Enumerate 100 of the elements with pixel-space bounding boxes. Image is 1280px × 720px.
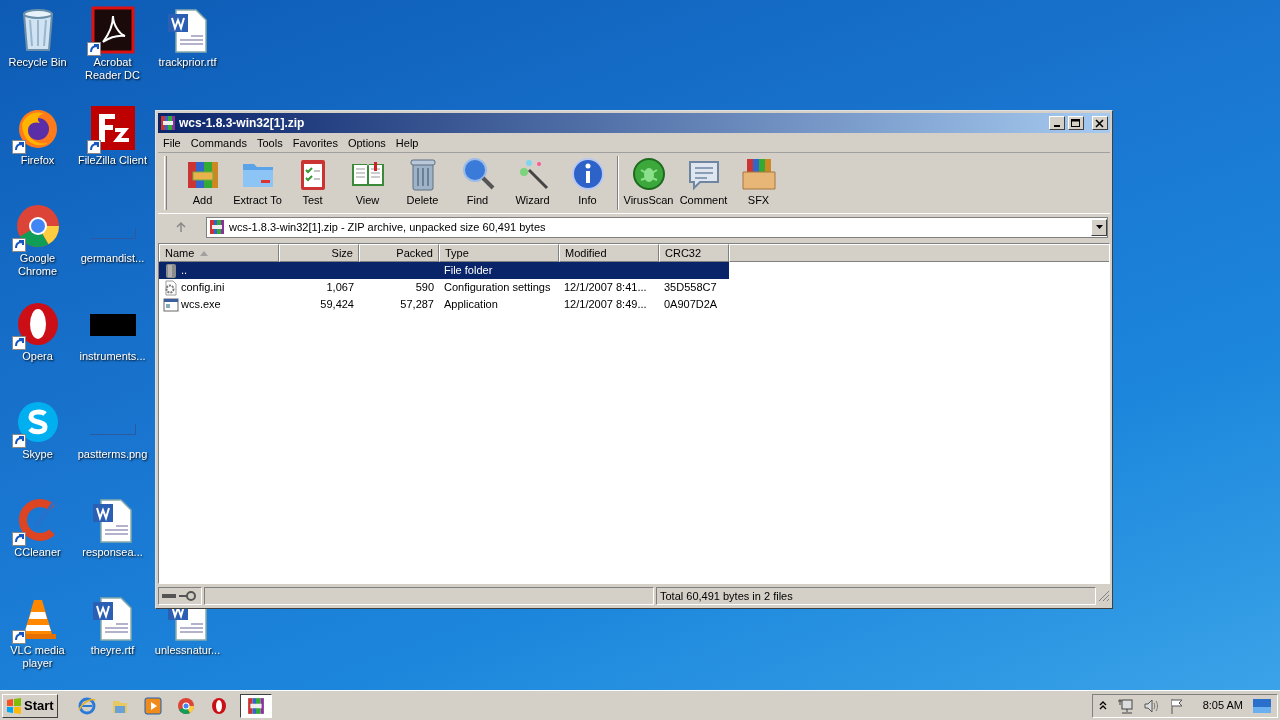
menu-item[interactable]: Commands — [185, 134, 252, 151]
close-button[interactable] — [1092, 116, 1108, 130]
maximize-button[interactable] — [1068, 116, 1084, 130]
resize-grip-icon[interactable] — [1098, 590, 1110, 602]
table-cell: File folder — [444, 264, 493, 277]
toolbar-button[interactable]: Comment — [676, 154, 731, 212]
winrar-icon — [160, 115, 176, 131]
desktop-icon-label: FileZilla Client — [76, 154, 149, 167]
file-row[interactable]: .. File folder — [159, 262, 729, 279]
play-icon[interactable] — [143, 696, 162, 715]
caret-icon — [1095, 225, 1103, 229]
shortcut-arrow-icon — [11, 630, 26, 644]
table-cell: 57,287 — [400, 298, 434, 311]
shortcut-arrow-icon — [86, 140, 101, 154]
show-desktop-icon[interactable] — [1253, 698, 1271, 713]
toolbar-button[interactable]: Info — [560, 154, 615, 212]
shortcut-arrow-icon — [11, 336, 26, 350]
menu-item[interactable]: Options — [342, 134, 391, 151]
column-header[interactable]: Name — [159, 244, 279, 262]
table-cell: 12/1/2007 8:41... — [564, 281, 647, 294]
gear-file-icon — [163, 279, 179, 296]
desktop-icon-label: Acrobat Reader DC — [84, 56, 141, 82]
thumbnail-icon[interactable] — [89, 314, 136, 336]
table-cell-text: .. — [181, 263, 188, 279]
network-icon[interactable] — [1116, 697, 1133, 714]
speaker-icon[interactable] — [1142, 697, 1159, 714]
desktop-icon-label: germandist... — [79, 252, 146, 265]
table-cell: 59,424 — [320, 298, 354, 311]
minimize-icon — [1054, 125, 1060, 127]
archive-icon — [209, 219, 225, 235]
address-field[interactable]: wcs-1.8.3-win32[1].zip - ZIP archive, unpacked size 60,491 bytes — [206, 216, 1108, 238]
desktop-icon-label: responsea... — [81, 546, 144, 559]
start-button[interactable]: Start — [2, 693, 58, 718]
status-text: Total 60,491 bytes in 2 files — [660, 588, 793, 604]
table-cell: Application — [444, 298, 498, 311]
toolbar-button[interactable]: Find — [450, 154, 505, 212]
menu-item[interactable]: Tools — [252, 134, 288, 151]
sort-arrow-icon — [200, 250, 209, 256]
menu-item[interactable]: File — [158, 134, 186, 151]
column-header[interactable]: Modified — [559, 244, 659, 262]
toolbar-button[interactable]: Test — [285, 154, 340, 212]
folder-icon — [163, 262, 179, 279]
info-icon — [569, 156, 606, 192]
dropdown-button[interactable] — [1091, 218, 1107, 236]
column-header[interactable]: Size — [279, 244, 359, 262]
desktop-icon-label: theyre.rtf — [89, 644, 136, 657]
toolbar-button[interactable]: View — [340, 154, 395, 212]
shortcut-arrow-icon — [11, 532, 26, 546]
shortcut-arrow-icon — [11, 434, 26, 448]
browser-e-icon[interactable] — [77, 696, 96, 715]
flag-icon[interactable] — [1168, 697, 1185, 714]
window-title: wcs-1.8.3-win32[1].zip — [179, 115, 306, 132]
desktop-icon-label: pastterms.png — [76, 448, 149, 461]
close-icon — [1095, 118, 1105, 128]
table-cell: 12/1/2007 8:49... — [564, 298, 647, 311]
application-icon — [163, 296, 179, 313]
table-cell-text: config.ini — [181, 280, 225, 296]
toolbar-button[interactable]: Wizard — [505, 154, 560, 212]
desktop-icon-label: Opera — [21, 350, 54, 363]
desktop-icon-label: Skype — [21, 448, 54, 461]
table-cell-text: wcs.exe — [181, 297, 221, 313]
chrome-icon[interactable] — [176, 696, 195, 715]
desktop-icon-label: trackprior.rtf — [157, 56, 218, 69]
table-cell: Configuration settings — [444, 281, 551, 294]
table-cell: 0A907D2A — [664, 298, 718, 311]
desktop-icon-label: instruments... — [78, 350, 147, 363]
drive-and-key-icon — [161, 591, 197, 601]
file-row[interactable]: config.ini 1,067 590 Configuration settings 12/1/2007 8:41... 35D558C7 — [159, 279, 729, 296]
desktop-icon-label: unlessnatur... — [153, 644, 222, 657]
desktop-icon-label: CCleaner — [13, 546, 62, 559]
toolbar-button[interactable]: SFX — [731, 154, 786, 212]
shortcut-arrow-icon — [11, 140, 26, 154]
desktop-icon-label: VLC media player — [9, 644, 66, 670]
column-header[interactable]: CRC32 — [659, 244, 729, 262]
thumbnail-icon[interactable] — [89, 228, 136, 239]
chevron-up-icon[interactable] — [1098, 700, 1107, 711]
toolbar-button[interactable]: Add — [175, 154, 230, 212]
thumbnail-icon[interactable] — [89, 424, 136, 435]
column-header[interactable]: Type — [439, 244, 559, 262]
toolbar-button[interactable]: Delete — [395, 154, 450, 212]
toolbar-button[interactable]: Extract To — [230, 154, 285, 212]
desktop-icon-label: Firefox — [19, 154, 56, 167]
toolbar-button[interactable]: VirusScan — [621, 154, 676, 212]
opera-icon[interactable] — [209, 696, 228, 715]
desktop-icon-label: Google Chrome — [16, 252, 59, 278]
windows-logo-icon — [6, 697, 22, 714]
file-row[interactable]: wcs.exe 59,424 57,287 Application 12/1/2007 8:49... 0A907D2A — [159, 296, 729, 313]
shortcut-arrow-icon — [11, 238, 26, 252]
clock[interactable]: 8:05 AM — [1202, 697, 1243, 714]
maximize-icon — [1071, 118, 1081, 128]
minimize-button[interactable] — [1049, 116, 1065, 130]
menu-item[interactable]: Favorites — [287, 134, 343, 151]
bug-icon — [630, 156, 667, 192]
table-cell: 1,067 — [326, 281, 354, 294]
taskbar-button[interactable] — [239, 693, 272, 718]
desktop-icon-label: Recycle Bin — [7, 56, 68, 69]
column-header[interactable]: Packed — [359, 244, 439, 262]
winrar-icon — [246, 696, 265, 715]
menu-item[interactable]: Help — [390, 134, 424, 151]
table-cell: 590 — [415, 281, 434, 294]
